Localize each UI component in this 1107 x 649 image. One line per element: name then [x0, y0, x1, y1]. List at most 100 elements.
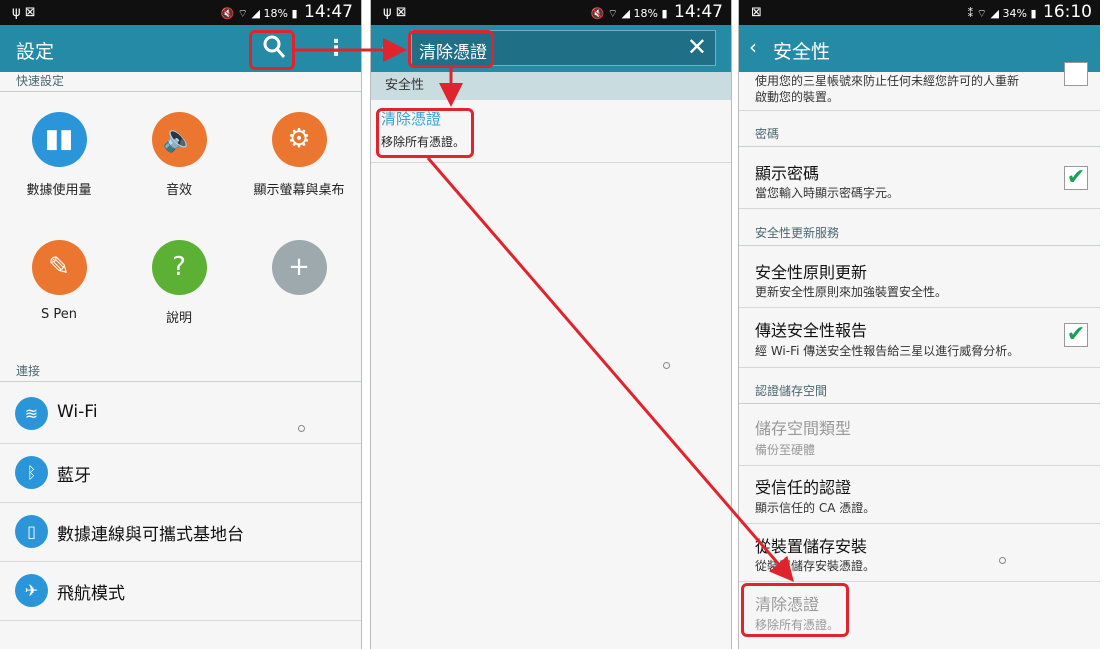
status-left-icons: ψ ⊠ — [12, 5, 36, 20]
row-title: 顯示密碼 — [755, 164, 820, 183]
quick-setting-pen[interactable]: ✎ S Pen — [0, 240, 118, 322]
row-title: 傳送安全性報告 — [755, 321, 868, 340]
security-report-row[interactable]: 傳送安全性報告 經 Wi-Fi 傳送安全性報告給三星以進行威脅分析。 ✔ — [739, 307, 1100, 368]
quick-setting-label: S Pen — [41, 307, 77, 322]
trusted-credentials-row[interactable]: 受信任的認證 顯示信任的 CA 憑證。 — [739, 465, 1100, 524]
row-subtitle: 更新安全性原則來加強裝置安全性。 — [755, 285, 948, 299]
row-title: 受信任的認證 — [755, 478, 852, 497]
highlight-clear-credentials — [741, 583, 849, 637]
row-title: 從裝置儲存安裝 — [755, 537, 868, 556]
mute-icon: 🔇 — [590, 7, 605, 20]
cell-signal-icon: ◢ — [621, 7, 630, 20]
connection-item-label: 數據連線與可攜式基地台 — [57, 525, 244, 545]
check-icon: ✔ — [1066, 165, 1086, 190]
security-screen: ⊠ ⁑ ⌔ ◢ 34% ▮ 16:10 ‹ 安全性 使用您的三星帳號來防止任何未… — [738, 0, 1100, 649]
wifi-signal-icon: ⌔ — [607, 7, 619, 20]
bar-chart-icon: ▮▮ — [31, 112, 87, 167]
help-icon: ? — [151, 240, 207, 295]
connection-item-label: 藍牙 — [57, 466, 91, 486]
result-category: 安全性 — [371, 72, 731, 100]
quick-setting-speaker[interactable]: 🔈 音效 — [120, 112, 238, 198]
divider — [371, 162, 731, 163]
row-title: 儲存空間類型 — [755, 419, 852, 438]
wifi-signal-icon: ⌔ — [976, 7, 988, 20]
quick-setting-label: 數據使用量 — [26, 183, 92, 198]
connection-item-partial[interactable] — [0, 621, 361, 649]
battery-percent: 18% — [263, 7, 288, 20]
row-subtitle: 備份至硬體 — [755, 443, 816, 457]
battery-icon: ▮ — [1030, 7, 1037, 20]
clock: 16:10 — [1043, 2, 1092, 22]
section-security-update: 安全性更新服務 — [739, 224, 1100, 246]
search-screen: ψ ⊠ 🔇 ⌔ ◢ 18% ▮ 14:47 ‹ 清除憑證 ✕ 安全性 清除憑證 … — [370, 0, 732, 649]
quick-setting-label: 顯示螢幕與桌布 — [253, 183, 345, 198]
back-icon[interactable]: ‹ — [749, 35, 757, 59]
quick-setting-bar-chart[interactable]: ▮▮ 數據使用量 — [0, 112, 118, 198]
connection-item-label: 飛航模式 — [57, 584, 125, 604]
battery-icon: ▮ — [291, 7, 298, 20]
quick-setting-label: 音效 — [165, 183, 192, 198]
reactivation-lock-row[interactable]: 使用您的三星帳號來防止任何未經您許可的人重新 啟動您的裝置。 — [739, 62, 1100, 111]
highlight-search-text — [408, 30, 494, 68]
status-left-icons: ⊠ — [751, 5, 762, 20]
display-gear-icon: ⚙ — [271, 112, 327, 167]
show-password-checkbox[interactable]: ✔ — [1064, 166, 1088, 190]
row-subtitle: 從裝置儲存安裝憑證。 — [755, 559, 876, 573]
status-bar: ψ ⊠ 🔇 ⌔ ◢ 18% ▮ 14:47 — [371, 0, 731, 25]
connection-item[interactable]: ᛒ 藍牙 — [0, 444, 361, 503]
checkbox[interactable] — [1064, 62, 1088, 86]
cell-signal-icon: ◢ — [990, 7, 999, 20]
airplane-icon: ✈ — [15, 574, 48, 607]
section-password: 密碼 — [739, 125, 1100, 147]
page-title: 安全性 — [773, 41, 831, 63]
add-icon: + — [271, 240, 327, 295]
pointer-dot — [999, 557, 1006, 564]
row-text: 啟動您的裝置。 — [755, 90, 840, 104]
battery-percent: 18% — [633, 7, 658, 20]
page-title: 設定 — [16, 41, 55, 63]
pointer-dot — [663, 362, 670, 369]
status-bar: ψ ⊠ 🔇 ⌔ ◢ 18% ▮ 14:47 — [0, 0, 361, 25]
cell-signal-icon: ◢ — [251, 7, 260, 20]
highlight-result — [376, 108, 474, 158]
status-left-icons: ψ ⊠ — [383, 5, 407, 20]
quick-setting-display-gear[interactable]: ⚙ 顯示螢幕與桌布 — [240, 112, 358, 198]
connection-item-label: Wi-Fi — [57, 402, 98, 422]
row-subtitle: 顯示信任的 CA 憑證。 — [755, 501, 876, 515]
clock: 14:47 — [304, 2, 353, 22]
row-subtitle: 經 Wi-Fi 傳送安全性報告給三星以進行威脅分析。 — [755, 344, 1020, 358]
security-report-checkbox[interactable]: ✔ — [1064, 323, 1088, 347]
mute-icon: 🔇 — [220, 7, 235, 20]
speaker-icon: 🔈 — [151, 112, 207, 167]
connection-item[interactable]: ✈ 飛航模式 — [0, 562, 361, 621]
app-bar: 設定 ⋮ — [0, 25, 361, 72]
status-bar: ⊠ ⁑ ⌔ ◢ 34% ▮ 16:10 — [739, 0, 1100, 25]
quick-setting-add[interactable]: + — [240, 240, 358, 307]
install-from-storage-row[interactable]: 從裝置儲存安裝 從裝置儲存安裝憑證。 — [739, 523, 1100, 582]
battery-icon: ▮ — [661, 7, 668, 20]
pointer-dot — [298, 425, 305, 432]
app-bar: ‹ 安全性 — [739, 25, 1100, 72]
quick-settings-header: 快速設定 — [0, 72, 361, 92]
check-icon: ✔ — [1066, 322, 1086, 347]
pen-icon: ✎ — [31, 240, 87, 295]
show-password-row[interactable]: 顯示密碼 當您輸入時顯示密碼字元。 ✔ — [739, 148, 1100, 209]
clock: 14:47 — [674, 2, 723, 22]
section-credential-storage: 認證儲存空間 — [739, 382, 1100, 404]
battery-percent: 34% — [1002, 7, 1027, 20]
more-options-icon[interactable]: ⋮ — [325, 36, 347, 61]
close-icon[interactable]: ✕ — [687, 33, 707, 61]
quick-setting-help[interactable]: ? 說明 — [120, 240, 238, 326]
storage-type-row: 儲存空間類型 備份至硬體 — [739, 405, 1100, 466]
back-icon[interactable]: ‹ — [381, 35, 389, 59]
connection-item[interactable]: ≋ Wi-Fi — [0, 385, 361, 444]
connections-header: 連接 — [0, 362, 361, 382]
wifi-icon: ≋ — [15, 397, 48, 430]
row-subtitle: 當您輸入時顯示密碼字元。 — [755, 186, 900, 200]
row-title: 安全性原則更新 — [755, 263, 868, 282]
connection-item[interactable]: ▯ 數據連線與可攜式基地台 — [0, 503, 361, 562]
hotspot-icon: ▯ — [15, 515, 48, 548]
settings-screen: ψ ⊠ 🔇 ⌔ ◢ 18% ▮ 14:47 設定 ⋮ 快速設定 ▮▮ 數據使用量 🔈… — [0, 0, 362, 649]
policy-update-row[interactable]: 安全性原則更新 更新安全性原則來加強裝置安全性。 — [739, 247, 1100, 308]
bluetooth-icon: ᛒ — [15, 456, 48, 489]
